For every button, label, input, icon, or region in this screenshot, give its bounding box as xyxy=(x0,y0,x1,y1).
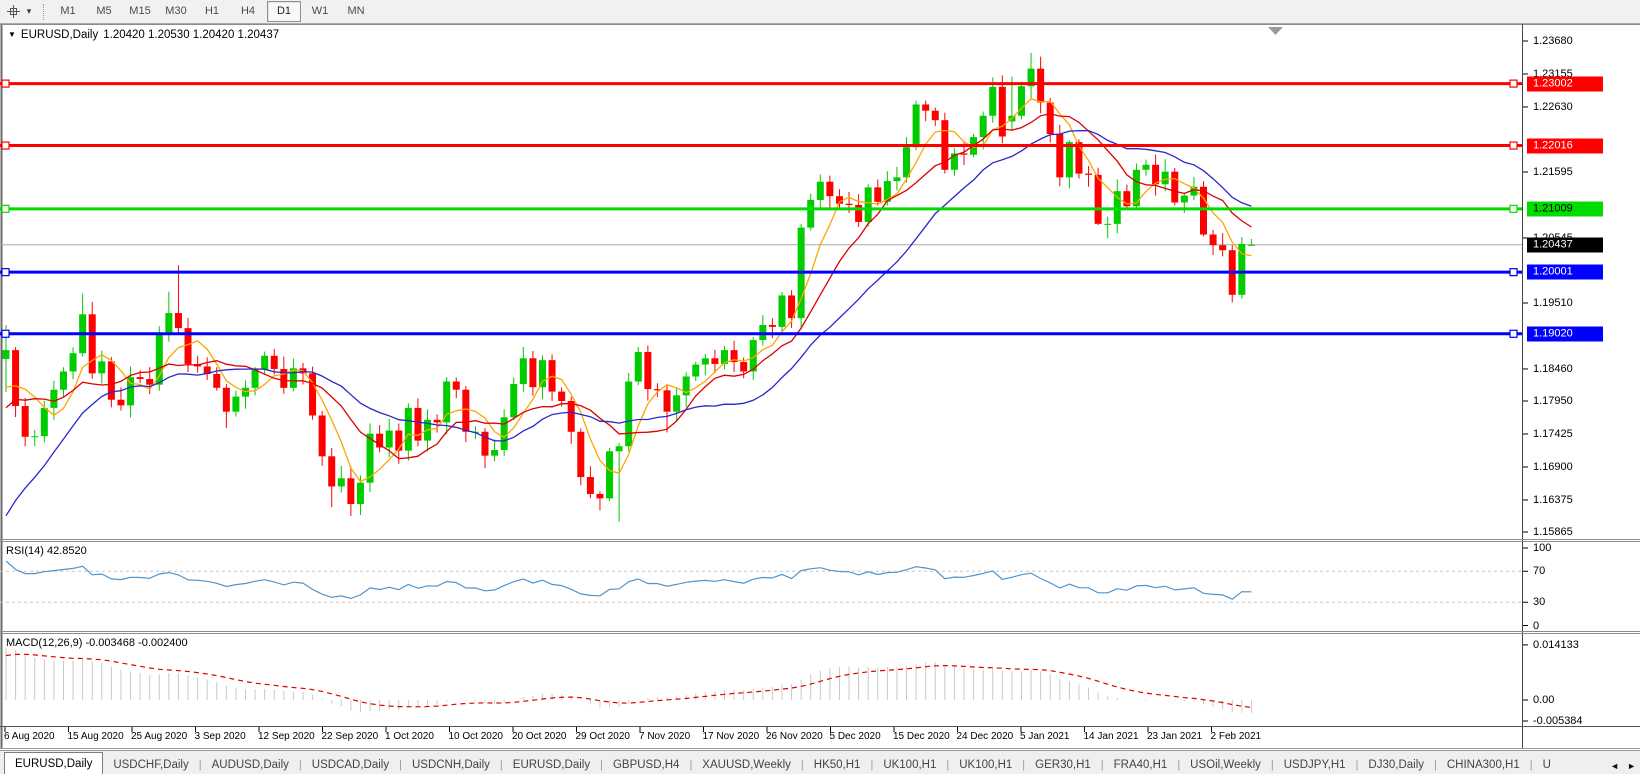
ma-line-slow xyxy=(6,131,1251,516)
chart-canvas[interactable] xyxy=(0,24,1640,749)
chart-tab-6[interactable]: GBPUSD,H4 xyxy=(603,755,689,774)
hline-handle[interactable] xyxy=(2,205,9,212)
hline-handle[interactable] xyxy=(2,269,9,276)
timeframe-button-h1[interactable]: H1 xyxy=(195,1,229,22)
chart-tab-15[interactable]: DJ30,Daily xyxy=(1358,755,1434,774)
chart-tab-12[interactable]: FRA40,H1 xyxy=(1104,755,1178,774)
tab-scroll-left-icon[interactable]: ◄ xyxy=(1610,761,1619,771)
chart-tab-13[interactable]: USOil,Weekly xyxy=(1180,755,1271,774)
macd-signal-line xyxy=(6,654,1251,707)
toolbar-grip xyxy=(43,4,44,20)
timeframe-button-w1[interactable]: W1 xyxy=(303,1,337,22)
hline-handle[interactable] xyxy=(1510,269,1517,276)
chart-tab-17[interactable]: U xyxy=(1533,755,1561,774)
chart-tab-16[interactable]: CHINA300,H1 xyxy=(1437,755,1530,774)
hline-handle[interactable] xyxy=(1510,205,1517,212)
chart-tab-3[interactable]: USDCAD,Daily xyxy=(302,755,399,774)
tab-scroll-right-icon[interactable]: ► xyxy=(1627,761,1636,771)
timeframe-buttons: M1M5M15M30H1H4D1W1MN xyxy=(50,1,374,22)
chart-shift-marker-icon[interactable] xyxy=(1268,27,1283,35)
chart-window[interactable]: ▼ EURUSD,Daily 1.20420 1.20530 1.20420 1… xyxy=(0,24,1640,749)
chart-tab-2[interactable]: AUDUSD,Daily xyxy=(202,755,299,774)
tool-dropdown-caret[interactable]: ▾ xyxy=(23,6,35,17)
chart-tab-8[interactable]: HK50,H1 xyxy=(804,755,871,774)
hline-handle[interactable] xyxy=(2,330,9,337)
chart-cursor-icon[interactable] xyxy=(3,3,23,21)
candles-layer xyxy=(3,53,1255,522)
hline-handle[interactable] xyxy=(1510,330,1517,337)
chart-tab-9[interactable]: UK100,H1 xyxy=(873,755,946,774)
chart-tab-1[interactable]: USDCHF,Daily xyxy=(103,755,198,774)
horizontal-lines-layer[interactable] xyxy=(0,80,1522,337)
hline-handle[interactable] xyxy=(2,80,9,87)
chart-tab-5[interactable]: EURUSD,Daily xyxy=(503,755,600,774)
timeframe-button-d1[interactable]: D1 xyxy=(267,1,301,22)
timeframe-button-m1[interactable]: M1 xyxy=(51,1,85,22)
chart-tab-11[interactable]: GER30,H1 xyxy=(1025,755,1101,774)
mt4-window: ▾ M1M5M15M30H1H4D1W1MN ▼ EURUSD,Daily 1.… xyxy=(0,0,1640,774)
timeframe-button-mn[interactable]: MN xyxy=(339,1,373,22)
timeframe-button-m30[interactable]: M30 xyxy=(159,1,193,22)
chart-tab-0[interactable]: EURUSD,Daily xyxy=(4,752,103,774)
hline-handle[interactable] xyxy=(2,142,9,149)
timeframe-button-m5[interactable]: M5 xyxy=(87,1,121,22)
chart-tab-bar: EURUSD,DailyUSDCHF,Daily|AUDUSD,Daily|US… xyxy=(0,750,1640,774)
timeframe-button-h4[interactable]: H4 xyxy=(231,1,265,22)
chart-tab-14[interactable]: USDJPY,H1 xyxy=(1274,755,1356,774)
timeframe-button-m15[interactable]: M15 xyxy=(123,1,157,22)
hline-handle[interactable] xyxy=(1510,80,1517,87)
chart-tab-7[interactable]: XAUUSD,Weekly xyxy=(692,755,801,774)
chart-tab-10[interactable]: UK100,H1 xyxy=(949,755,1022,774)
hline-handle[interactable] xyxy=(1510,142,1517,149)
macd-histogram xyxy=(6,647,1251,712)
chart-tab-4[interactable]: USDCNH,Daily xyxy=(402,755,500,774)
timeframe-toolbar: ▾ M1M5M15M30H1H4D1W1MN xyxy=(0,0,1640,24)
rsi-line xyxy=(6,561,1251,599)
